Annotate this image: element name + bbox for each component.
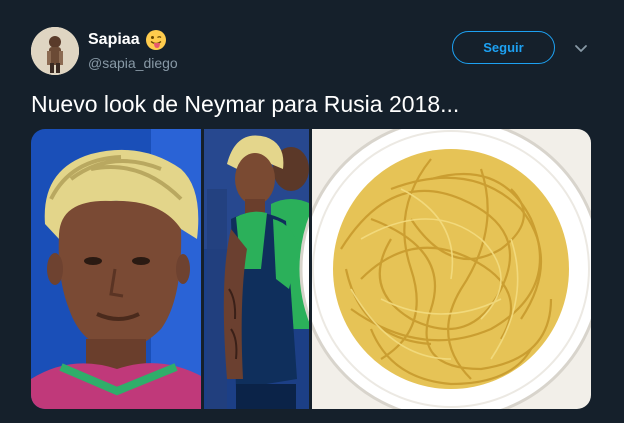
- tweet-text: Nuevo look de Neymar para Rusia 2018...: [31, 91, 460, 117]
- media-divider: [309, 129, 312, 409]
- display-name[interactable]: Sapiaa: [88, 30, 140, 50]
- media-divider: [201, 129, 204, 409]
- avatar-image: [31, 27, 79, 75]
- author-block: Sapiaa @sapia_diego: [88, 29, 178, 72]
- avatar[interactable]: [31, 27, 79, 75]
- chevron-down-icon[interactable]: [573, 40, 589, 56]
- neymar-team-photo[interactable]: [203, 129, 311, 409]
- spaghetti-plate-photo[interactable]: [299, 129, 591, 409]
- neymar-closeup-photo[interactable]: [31, 129, 203, 409]
- user-handle[interactable]: @sapia_diego: [88, 54, 178, 72]
- tongue-out-face-icon: [146, 30, 167, 50]
- follow-button[interactable]: Seguir: [452, 31, 555, 64]
- tweet-card: Sapiaa @sapia_diego Seguir Nuevo look de…: [0, 0, 624, 423]
- tweet-media[interactable]: [31, 129, 591, 409]
